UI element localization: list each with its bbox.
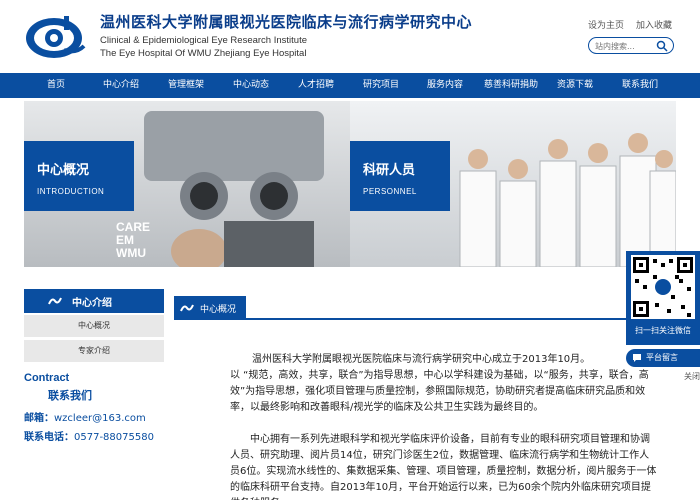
- phone-label: 联系电话：: [24, 432, 74, 443]
- qr-label: 扫一扫关注微信: [635, 326, 691, 335]
- contact-phone-row: 联系电话：0577-88075580: [24, 428, 154, 443]
- hero-banner: CARE EM WMU 中心概况 INTRODUCTION 科研人员 PERSO…: [24, 101, 676, 267]
- nav-item-downloads[interactable]: 资源下载: [552, 73, 598, 98]
- banner-photo-caption: CARE EM WMU: [116, 220, 151, 260]
- content-paragraph-1: 温州医科大学附属眼视光医院临床与流行病学研究中心成立于2013年10月。: [252, 354, 591, 365]
- site-header: 温州医科大学附属眼视光医院临床与流行病学研究中心 Clinical & Epid…: [0, 0, 700, 73]
- sidebar-header: 中心介绍: [24, 289, 164, 313]
- banner-label-personnel-en: PERSONNEL: [363, 187, 417, 196]
- content-paragraph-3: 中心拥有一系列先进眼科学和视光学临床评价设备，目前有专业的眼科研究项目管理和协调…: [230, 434, 657, 500]
- content-tab: 中心概况: [174, 296, 246, 320]
- main-nav: 首页 中心介绍 管理框架 中心动态 人才招聘 研究项目 服务内容 慈善科研捐助 …: [0, 73, 700, 98]
- contact-heading-cn: 联系我们: [48, 389, 92, 402]
- site-title-en-line2: The Eye Hospital Of WMU Zhejiang Eye Hos…: [100, 48, 307, 59]
- add-favorite-link[interactable]: 加入收藏: [636, 18, 672, 31]
- platform-message-button[interactable]: 平台留言: [626, 349, 700, 367]
- search-icon[interactable]: [656, 40, 668, 52]
- contact-email-row: 邮箱：wzcleer@163.com: [24, 409, 146, 424]
- site-title-en-line1: Clinical & Epidemiological Eye Research …: [100, 35, 307, 46]
- wave-icon: [48, 297, 62, 305]
- banner-label-introduction[interactable]: 中心概况 INTRODUCTION: [24, 141, 134, 211]
- site-title-cn: 温州医科大学附属眼视光医院临床与流行病学研究中心: [100, 13, 473, 31]
- nav-item-contact[interactable]: 联系我们: [617, 73, 663, 98]
- qr-code-icon: [631, 255, 695, 319]
- search-input[interactable]: [595, 40, 655, 52]
- nav-item-management[interactable]: 管理框架: [163, 73, 209, 98]
- chat-bubble-icon: [633, 354, 641, 362]
- content-paragraph-2: 以 “规范，高效，共享，联合”为指导思想，中心以学科建设为基础，以“服务，共享，…: [230, 370, 649, 413]
- content-header: 中心概况: [174, 296, 676, 320]
- set-homepage-link[interactable]: 设为主页: [588, 18, 624, 31]
- hospital-logo-icon[interactable]: [24, 10, 88, 62]
- message-button-label: 平台留言: [646, 353, 678, 362]
- sidebar-item-overview[interactable]: 中心概况: [24, 315, 164, 337]
- sidebar-item-experts[interactable]: 专家介绍: [24, 340, 164, 362]
- banner-label-introduction-cn: 中心概况: [37, 163, 90, 178]
- banner-label-introduction-en: INTRODUCTION: [37, 187, 105, 196]
- content-tab-title: 中心概况: [200, 305, 237, 315]
- nav-item-services[interactable]: 服务内容: [422, 73, 468, 98]
- search-box: [588, 37, 674, 54]
- email-label: 邮箱：: [24, 413, 54, 424]
- nav-item-projects[interactable]: 研究项目: [358, 73, 404, 98]
- banner-label-personnel-cn: 科研人员: [363, 163, 416, 178]
- banner-label-personnel[interactable]: 科研人员 PERSONNEL: [350, 141, 450, 211]
- contact-heading-en: Contract: [24, 372, 70, 384]
- wechat-qr-panel[interactable]: 扫一扫关注微信: [626, 251, 700, 345]
- nav-item-donation[interactable]: 慈善科研捐助: [480, 73, 542, 98]
- nav-item-news[interactable]: 中心动态: [228, 73, 274, 98]
- nav-item-about[interactable]: 中心介绍: [98, 73, 144, 98]
- email-value[interactable]: wzcleer@163.com: [54, 413, 146, 424]
- nav-item-recruitment[interactable]: 人才招聘: [293, 73, 339, 98]
- close-float-link[interactable]: 关闭: [684, 371, 700, 382]
- nav-item-home[interactable]: 首页: [38, 73, 74, 98]
- wave-icon: [180, 304, 194, 312]
- phone-value: 0577-88075580: [74, 432, 154, 443]
- sidebar-title: 中心介绍: [72, 298, 112, 309]
